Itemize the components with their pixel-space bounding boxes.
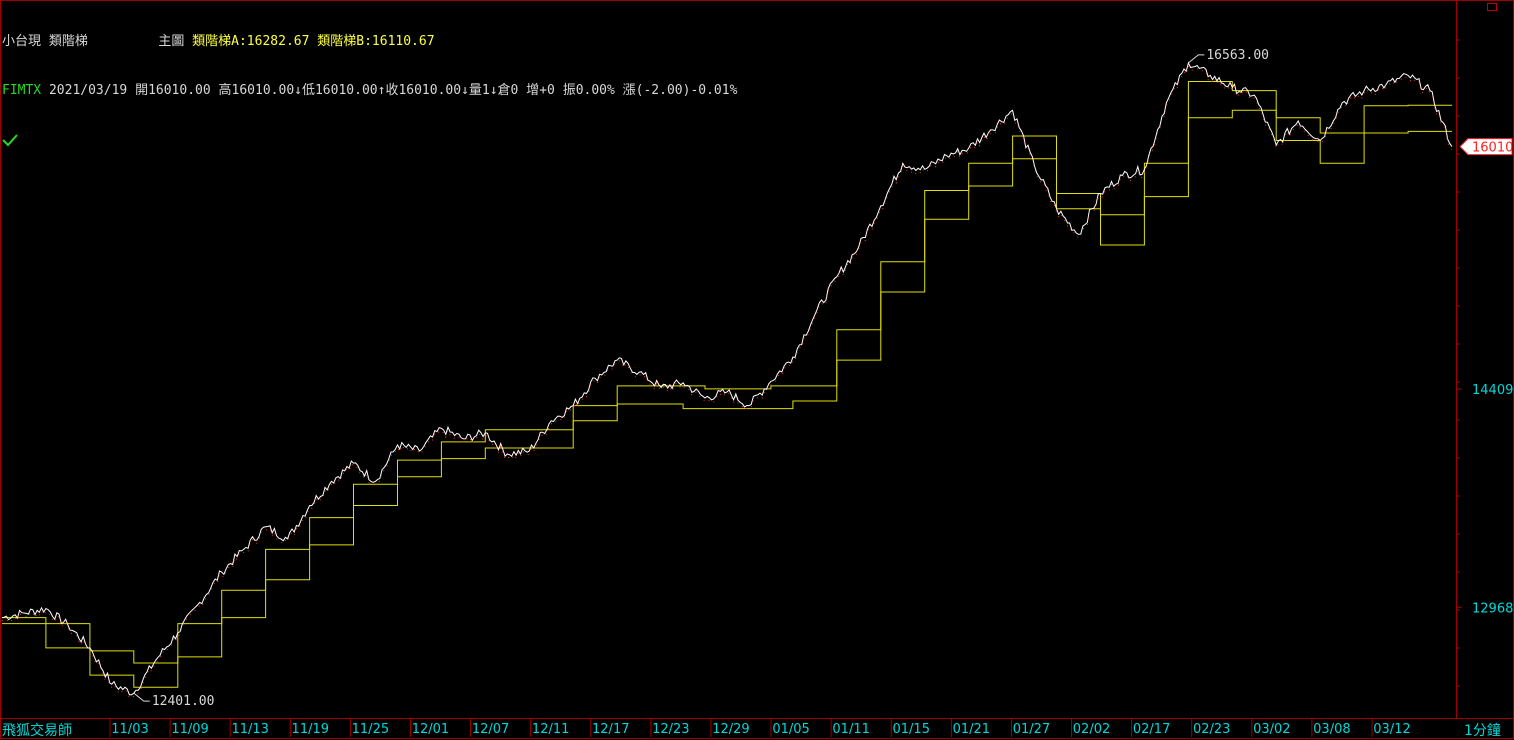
restore-window-icon[interactable] — [1487, 3, 1497, 11]
oi-change-value: 增+0 — [526, 82, 555, 98]
checkmark-icon[interactable] — [2, 133, 18, 147]
oi-arrow-icon: ↓ — [489, 82, 498, 98]
timeframe-label[interactable]: 1分鐘 — [1464, 720, 1501, 740]
x-tick-label: 12/17 — [592, 722, 629, 737]
x-tick-label: 03/12 — [1373, 722, 1410, 737]
header-line-2: FIMTX 2021/03/19 開16010.00 高16010.00 ↓ 低… — [2, 82, 737, 99]
min-price-label: 12401.00 — [152, 694, 215, 709]
low-arrow-icon: ↓ — [294, 82, 302, 98]
x-tick-label: 12/01 — [412, 722, 449, 737]
x-tick-label: 11/13 — [231, 722, 268, 737]
x-tick-label: 11/19 — [292, 722, 329, 737]
x-tick-label: 12/29 — [712, 722, 749, 737]
volume-value: 量1 — [468, 82, 490, 98]
header-line-1: 小台現 類階梯 主圖 類階梯A:16282.67 類階梯B:16110.67 — [2, 33, 737, 50]
ladder-b-line — [2, 109, 1452, 688]
panel-name: 主圖 — [158, 33, 185, 49]
x-tick-label: 02/02 — [1073, 722, 1110, 737]
ladder-b-value: 類階梯B:16110.67 — [317, 33, 435, 49]
x-tick-label: 11/25 — [352, 722, 389, 737]
x-tick-label: 02/23 — [1193, 722, 1230, 737]
instrument-name: 小台現 — [2, 33, 42, 49]
last-price-label: 16010 — [1472, 141, 1513, 156]
volume-arrow-icon: ↓ — [461, 82, 469, 98]
bar-date: 2021/03/19 — [48, 82, 128, 98]
axis-separator-horizontal — [0, 718, 1514, 719]
x-tick-label: 01/15 — [893, 722, 930, 737]
header-line-3 — [2, 131, 737, 148]
chart-header: 小台現 類階梯 主圖 類階梯A:16282.67 類階梯B:16110.67 F… — [2, 1, 737, 164]
x-tick-label: 01/05 — [772, 722, 809, 737]
x-tick-label: 03/08 — [1313, 722, 1350, 737]
x-tick-label: 11/09 — [171, 722, 208, 737]
change-value: 漲(-2.00)-0.01% — [622, 82, 738, 98]
close-value: 收16010.00 — [385, 82, 462, 98]
close-arrow-icon: ↑ — [377, 82, 386, 98]
y-tick-label: 14409 — [1472, 383, 1513, 398]
low-value: 低16010.00 — [301, 82, 378, 98]
axis-separator-vertical — [1456, 0, 1457, 718]
x-tick-label: 03/02 — [1253, 722, 1290, 737]
indicator-name: 類階梯 — [48, 33, 88, 49]
y-tick-label: 12968 — [1472, 601, 1513, 616]
x-tick-label: 02/17 — [1133, 722, 1170, 737]
ladder-a-value: 類階梯A:16282.67 — [192, 33, 310, 49]
x-tick-label: 12/23 — [652, 722, 689, 737]
x-tick-label: 12/07 — [472, 722, 509, 737]
x-axis: 11/03 11/09 11/13 11/19 11/25 12/01 12/07 12/11… — [109, 719, 1411, 737]
symbol-code: FIMTX — [2, 82, 42, 98]
x-tick-label: 01/21 — [953, 722, 990, 737]
ladder-b-series — [2, 109, 1452, 688]
max-leader-line — [1188, 54, 1205, 64]
x-tick-label: 12/11 — [532, 722, 569, 737]
y-axis: 14409 12968 16010 — [1457, 39, 1513, 687]
x-tick-label: 01/27 — [1013, 722, 1050, 737]
x-tick-label: 11/03 — [111, 722, 148, 737]
x-tick-label: 01/11 — [832, 722, 869, 737]
high-value: 高16010.00 — [218, 82, 295, 98]
max-price-label: 16563.00 — [1206, 48, 1269, 63]
brand-label: 飛狐交易師 — [2, 723, 72, 739]
amplitude-value: 振0.00% — [562, 82, 615, 98]
open-interest-value: 倉0 — [497, 82, 519, 98]
open-value: 開16010.00 — [135, 82, 211, 98]
min-leader-line — [133, 692, 150, 702]
